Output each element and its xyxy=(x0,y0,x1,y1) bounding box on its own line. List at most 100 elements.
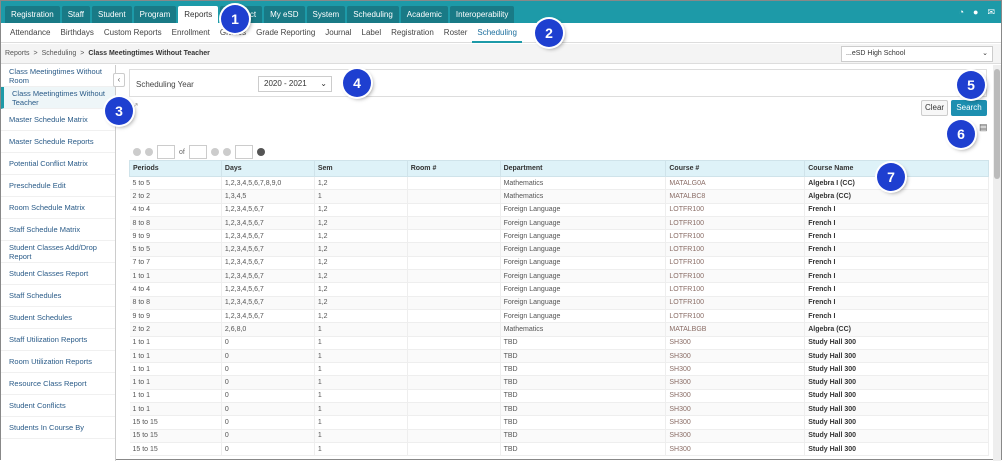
subnav-item-grade-reporting[interactable]: Grade Reporting xyxy=(251,23,320,43)
first-page-icon[interactable] xyxy=(133,148,141,156)
user-icon[interactable]: ● xyxy=(973,7,978,18)
sidebar-item-staff-schedules[interactable]: Staff Schedules xyxy=(1,285,115,307)
tab-program[interactable]: Program xyxy=(133,6,177,23)
sidebar-item-room-utilization-reports[interactable]: Room Utilization Reports xyxy=(1,351,115,373)
breadcrumb-item-reports[interactable]: Reports xyxy=(5,50,30,57)
column-header-course-[interactable]: Course # xyxy=(665,160,806,177)
table-row[interactable]: 7 to 7 1,2,3,4,5,6,7 1,2 Foreign Language LO… xyxy=(129,256,989,271)
subnav-item-registration[interactable]: Registration xyxy=(386,23,439,43)
table-row[interactable]: 15 to 15 0 1 TBD SH300 Study Hall 300 xyxy=(129,429,989,443)
scrollbar[interactable] xyxy=(993,65,1001,461)
subnav-item-birthdays[interactable]: Birthdays xyxy=(55,23,98,43)
column-header-department[interactable]: Department xyxy=(499,160,667,177)
sidebar-item-preschedule-edit[interactable]: Preschedule Edit xyxy=(1,175,115,197)
column-header-sem[interactable]: Sem xyxy=(313,160,408,177)
column-header-room-[interactable]: Room # xyxy=(406,160,501,177)
page-input[interactable] xyxy=(157,145,175,159)
table-row[interactable]: 4 to 4 1,2,3,4,5,6,7 1,2 Foreign Language LO… xyxy=(129,282,989,297)
table-row[interactable]: 1 to 1 1,2,3,4,5,6,7 1,2 Foreign Language LO… xyxy=(129,269,989,284)
dashboard-icon[interactable]: ◔ xyxy=(959,7,964,18)
mail-icon[interactable]: ✉ xyxy=(987,7,995,18)
table-cell: French I xyxy=(804,203,989,217)
tab-interoperability[interactable]: Interoperability xyxy=(449,6,515,23)
sidebar-item-student-schedules[interactable]: Student Schedules xyxy=(1,307,115,329)
subnav-item-custom-reports[interactable]: Custom Reports xyxy=(99,23,167,43)
sidebar-item-potential-conflict-matrix[interactable]: Potential Conflict Matrix xyxy=(1,153,115,175)
table-cell: TBD xyxy=(500,362,667,377)
table-row[interactable]: 5 to 5 1,2,3,4,5,6,7 1,2 Foreign Language LO… xyxy=(129,242,989,257)
table-cell: 0 xyxy=(221,389,315,404)
subnav-item-label[interactable]: Label xyxy=(357,23,387,43)
table-row[interactable]: 15 to 15 0 1 TBD SH300 Study Hall 300 xyxy=(129,442,989,457)
sidebar-item-class-meetingtimes-without-room[interactable]: Class Meetingtimes Without Room xyxy=(1,65,115,87)
column-header-periods[interactable]: Periods xyxy=(129,160,222,177)
sidebar-item-resource-class-report[interactable]: Resource Class Report xyxy=(1,373,115,395)
tab-my-esd[interactable]: My eSD xyxy=(264,6,305,23)
table-cell xyxy=(407,322,501,337)
subnav-item-roster[interactable]: Roster xyxy=(439,23,473,43)
tab-reports[interactable]: Reports xyxy=(178,6,219,23)
sidebar-item-master-schedule-reports[interactable]: Master Schedule Reports xyxy=(1,131,115,153)
subnav-item-scheduling[interactable]: Scheduling xyxy=(472,23,522,43)
clear-button[interactable]: Clear xyxy=(921,100,948,116)
export-icon[interactable]: ▤ xyxy=(979,122,988,133)
column-header-days[interactable]: Days xyxy=(220,160,315,177)
search-button[interactable]: Search xyxy=(951,100,987,116)
table-cell: SH300 xyxy=(665,429,806,443)
tab-registration[interactable]: Registration xyxy=(5,6,60,23)
table-row[interactable]: 4 to 4 1,2,3,4,5,6,7 1,2 Foreign Language LO… xyxy=(129,203,989,217)
table-row[interactable]: 1 to 1 0 1 TBD SH300 Study Hall 300 xyxy=(129,349,989,364)
prev-page-icon[interactable] xyxy=(145,148,153,156)
sidebar-item-students-in-course-by[interactable]: Students In Course By xyxy=(1,417,115,439)
table-row[interactable]: 9 to 9 1,2,3,4,5,6,7 1,2 Foreign Language LO… xyxy=(129,229,989,244)
table-row[interactable]: 1 to 1 0 1 TBD SH300 Study Hall 300 xyxy=(129,375,989,390)
table-cell: Study Hall 300 xyxy=(804,442,989,457)
sidebar-item-master-schedule-matrix[interactable]: Master Schedule Matrix xyxy=(1,109,115,131)
breadcrumb-item-scheduling[interactable]: Scheduling xyxy=(42,50,77,57)
subnav-item-journal[interactable]: Journal xyxy=(320,23,356,43)
table-row[interactable]: 2 to 2 2,6,8,0 1 Mathematics MATALBGB Algebra… xyxy=(129,322,989,337)
sidebar-item-student-conflicts[interactable]: Student Conflicts xyxy=(1,395,115,417)
tab-scheduling[interactable]: Scheduling xyxy=(347,6,399,23)
tab-academic[interactable]: Academic xyxy=(400,6,448,23)
sidebar-item-student-classes-add-drop-report[interactable]: Student Classes Add/Drop Report xyxy=(1,241,115,263)
subnav-item-attendance[interactable]: Attendance xyxy=(5,23,55,43)
table-cell: 0 xyxy=(221,402,315,417)
table-cell xyxy=(407,336,501,350)
table-cell xyxy=(407,203,501,217)
tab-student[interactable]: Student xyxy=(92,6,132,23)
table-cell: 4 to 4 xyxy=(129,282,222,297)
sidebar-item-room-schedule-matrix[interactable]: Room Schedule Matrix xyxy=(1,197,115,219)
table-cell: Mathematics xyxy=(500,176,667,191)
table-cell: 1,2 xyxy=(314,176,408,191)
scheduling-year-select[interactable]: 2020 - 2021 ⌄ xyxy=(258,76,332,92)
school-select[interactable]: ...eSD High School ⌄ xyxy=(841,46,993,62)
subnav-item-enrollment[interactable]: Enrollment xyxy=(167,23,215,43)
table-row[interactable]: 15 to 15 0 1 TBD SH300 Study Hall 300 xyxy=(129,415,989,430)
table-row[interactable]: 8 to 8 1,2,3,4,5,6,7 1,2 Foreign Language LO… xyxy=(129,216,989,231)
table-row[interactable]: 1 to 1 0 1 TBD SH300 Study Hall 300 xyxy=(129,336,989,350)
table-row[interactable]: 1 to 1 0 1 TBD SH300 Study Hall 300 xyxy=(129,362,989,377)
tab-system[interactable]: System xyxy=(306,6,346,23)
table-row[interactable]: 8 to 8 1,2,3,4,5,6,7 1,2 Foreign Language LO… xyxy=(129,296,989,310)
last-page-icon[interactable] xyxy=(222,148,231,156)
sidebar-item-staff-schedule-matrix[interactable]: Staff Schedule Matrix xyxy=(1,219,115,241)
collapse-sidebar-button[interactable]: ‹ xyxy=(113,73,125,87)
top-nav: RegistrationStaffStudentProgramReportsCo… xyxy=(1,1,1001,23)
sidebar-item-class-meetingtimes-without-teacher[interactable]: Class Meetingtimes Without Teacher xyxy=(1,87,115,109)
table-row[interactable]: 1 to 1 0 1 TBD SH300 Study Hall 300 xyxy=(129,402,989,417)
sidebar-item-staff-utilization-reports[interactable]: Staff Utilization Reports xyxy=(1,329,115,351)
table-cell: LOTFR100 xyxy=(665,216,806,231)
table-row[interactable]: 1 to 1 0 1 TBD SH300 Study Hall 300 xyxy=(129,389,989,404)
page-size-input[interactable] xyxy=(234,145,253,159)
table-row[interactable]: 5 to 5 1,2,3,4,5,6,7,8,9,0 1,2 Mathematics M… xyxy=(129,176,989,191)
sidebar-item-student-classes-report[interactable]: Student Classes Report xyxy=(1,263,115,285)
tab-staff[interactable]: Staff xyxy=(61,6,90,23)
table-cell xyxy=(407,176,501,191)
table-row[interactable]: 9 to 9 1,2,3,4,5,6,7 1,2 Foreign Language LO… xyxy=(129,309,989,324)
scrollbar-thumb[interactable] xyxy=(994,69,1000,179)
table-row[interactable]: 2 to 2 1,3,4,5 1 Mathematics MATALBC8 Algebra… xyxy=(129,189,989,204)
table-cell: Algebra (CC) xyxy=(804,189,989,204)
next-page-icon[interactable] xyxy=(210,148,219,156)
help-icon[interactable] xyxy=(256,148,265,156)
